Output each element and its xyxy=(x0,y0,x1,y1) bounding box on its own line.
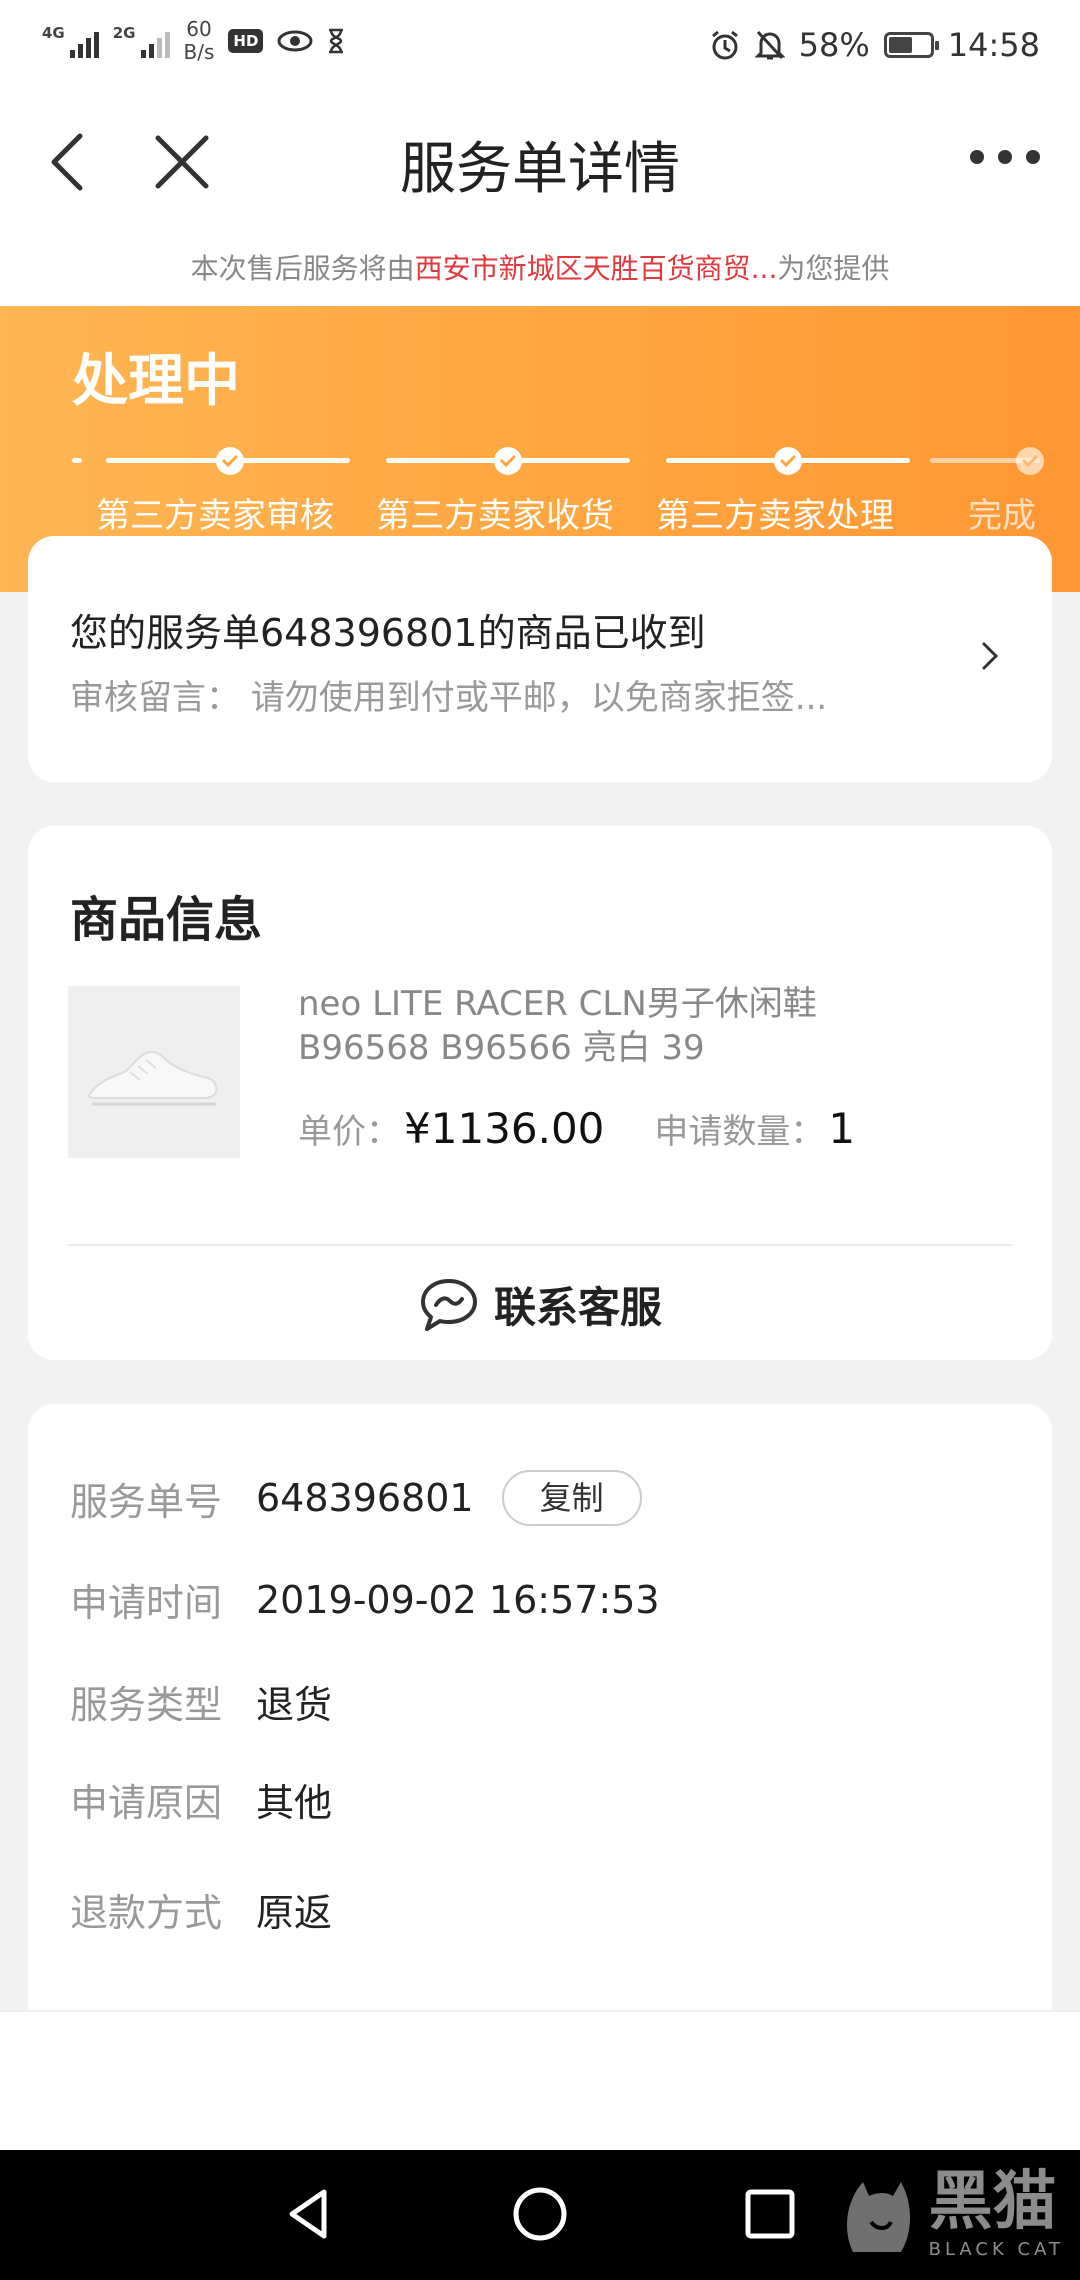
step-label: 完成 xyxy=(968,496,1036,536)
network-speed: 60 B/s xyxy=(184,18,215,64)
more-button[interactable] xyxy=(970,150,1040,164)
service-message-card[interactable]: 您的服务单648396801的商品已收到 审核留言： 请勿使用到付或平邮，以免商… xyxy=(28,536,1052,782)
network-type-2: 2G xyxy=(112,24,136,42)
step-label: 第三方卖家收货 xyxy=(376,496,614,536)
shop-link[interactable]: 西安市新城区天胜百货商贸... xyxy=(415,252,778,285)
step-label: 第三方卖家处理 xyxy=(656,496,894,536)
network-speed-value: 60 xyxy=(186,17,212,41)
battery-fill xyxy=(888,37,912,53)
nav-bar: 服务单详情 xyxy=(0,92,1080,232)
hourglass-icon xyxy=(329,28,344,54)
hd-badge: HD xyxy=(228,29,264,53)
progress-tracker: 第三方卖家审核 第三方卖家收货 第三方卖家处理 完成 xyxy=(0,444,1080,536)
step-check-icon xyxy=(494,447,522,475)
status-bar-left: 4G 2G 60 B/s HD xyxy=(42,18,345,64)
signal-icon-2: 2G xyxy=(113,24,170,58)
more-dot-icon xyxy=(1026,150,1040,164)
watermark-cn: 黑猫 xyxy=(928,2164,1057,2239)
service-details-card: 服务单号 648396801 复制 申请时间 2019-09-02 16:57:… xyxy=(28,1404,1052,2014)
progress-segment xyxy=(72,458,82,463)
alarm-icon xyxy=(711,30,738,60)
status-bar: 4G 2G 60 B/s HD 58% 14:58 xyxy=(0,0,1080,92)
service-provider-notice: 本次售后服务将由西安市新城区天胜百货商贸...为您提供 xyxy=(0,232,1080,306)
detail-row-order-no: 服务单号 648396801 复制 xyxy=(70,1470,642,1526)
price-label: 单价： xyxy=(298,1112,400,1152)
contact-service-label: 联系客服 xyxy=(493,1283,662,1332)
step-check-icon xyxy=(1016,447,1044,475)
mute-bell-icon xyxy=(754,30,785,60)
battery-icon xyxy=(883,32,939,58)
price-value: ¥1136.00 xyxy=(404,1104,605,1153)
detail-label: 退款方式 xyxy=(70,1891,223,1935)
detail-row-time: 申请时间 2019-09-02 16:57:53 xyxy=(70,1572,660,1627)
nav-back-triangle-icon[interactable] xyxy=(278,2182,342,2246)
refund-method: 原返 xyxy=(256,1891,333,1935)
contact-service-button[interactable]: 联系客服 xyxy=(28,1274,1052,1335)
watermark-en: BLACK CAT xyxy=(928,2238,1064,2260)
copy-button[interactable]: 复制 xyxy=(501,1470,642,1526)
detail-row-reason: 申请原因 其他 xyxy=(70,1772,332,1827)
signal-icon-1: 4G xyxy=(42,24,99,58)
detail-label: 服务单号 xyxy=(70,1479,223,1524)
more-dot-icon xyxy=(998,150,1012,164)
step-check-icon xyxy=(774,447,802,475)
product-thumbnail[interactable] xyxy=(68,986,240,1158)
notice-prefix: 本次售后服务将由 xyxy=(190,252,415,285)
battery-percent: 58% xyxy=(798,26,870,64)
status-bar-right: 58% 14:58 xyxy=(709,26,1040,64)
network-type-1: 4G xyxy=(42,24,65,42)
product-name[interactable]: neo LITE RACER CLN男子休闲鞋 B96568 B96566 亮白… xyxy=(298,982,978,1070)
message-title: 您的服务单648396801的商品已收到 xyxy=(70,611,706,655)
price-row: 单价： ¥1136.00 申请数量： 1 xyxy=(298,1104,855,1153)
product-name-line1: neo LITE RACER CLN男子休闲鞋 xyxy=(298,984,817,1024)
order-number: 648396801 xyxy=(256,1476,474,1520)
quantity-label: 申请数量： xyxy=(654,1112,825,1152)
notice-suffix: 为您提供 xyxy=(777,252,890,285)
nav-recents-square-icon[interactable] xyxy=(738,2182,802,2246)
clock: 14:58 xyxy=(947,26,1040,64)
watermark-text: 黑猫 BLACK CAT xyxy=(929,2165,1064,2260)
bottom-area xyxy=(0,2010,1080,2150)
chevron-right-icon xyxy=(982,642,999,670)
page-title: 服务单详情 xyxy=(400,137,680,202)
detail-label: 申请原因 xyxy=(70,1781,223,1825)
shoe-image xyxy=(68,986,240,1158)
divider xyxy=(68,1244,1012,1246)
apply-reason: 其他 xyxy=(256,1781,333,1825)
watermark: 黑猫 BLACK CAT xyxy=(833,2162,1064,2262)
status-title: 处理中 xyxy=(72,349,240,414)
message-subtitle: 审核留言： 请勿使用到付或平邮，以免商家拒签... xyxy=(70,678,828,718)
customer-service-icon xyxy=(420,1278,477,1331)
system-nav-bar: 黑猫 BLACK CAT xyxy=(0,2150,1080,2280)
product-info-card: 商品信息 neo LITE RACER CLN男子休闲鞋 B96568 B965… xyxy=(28,826,1052,1360)
step-label: 第三方卖家审核 xyxy=(96,496,334,536)
product-name-line2: B96568 B96566 亮白 39 xyxy=(298,1028,705,1068)
cat-logo-icon xyxy=(846,2182,910,2252)
eye-icon xyxy=(277,30,313,52)
detail-label: 服务类型 xyxy=(70,1683,223,1727)
service-type: 退货 xyxy=(256,1683,333,1727)
detail-row-refund: 退款方式 原返 xyxy=(70,1882,332,1937)
apply-time: 2019-09-02 16:57:53 xyxy=(256,1577,660,1622)
more-dot-icon xyxy=(970,150,984,164)
detail-row-type: 服务类型 退货 xyxy=(70,1674,332,1729)
step-check-icon xyxy=(216,447,244,475)
nav-home-circle-icon[interactable] xyxy=(508,2182,572,2246)
network-speed-unit: B/s xyxy=(183,40,215,64)
detail-label: 申请时间 xyxy=(70,1581,223,1625)
section-title: 商品信息 xyxy=(70,892,263,948)
quantity-value: 1 xyxy=(828,1104,856,1153)
